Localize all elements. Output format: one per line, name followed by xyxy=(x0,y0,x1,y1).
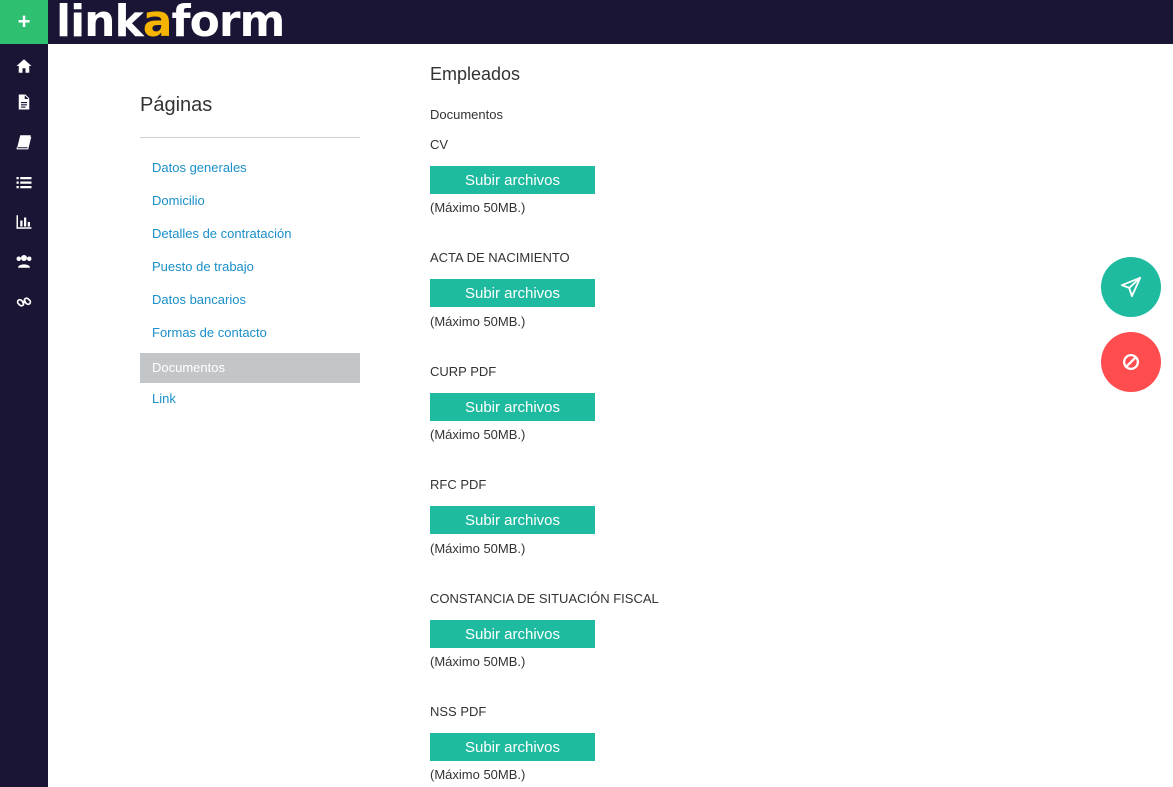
page-link-link[interactable]: Link xyxy=(140,384,360,414)
page-link-detalles-contratacion[interactable]: Detalles de contratación xyxy=(140,219,360,249)
upload-button-acta-nacimiento[interactable]: Subir archivos xyxy=(430,279,595,307)
page-link-datos-bancarios[interactable]: Datos bancarios xyxy=(140,285,360,315)
page-link-domicilio[interactable]: Domicilio xyxy=(140,186,360,216)
field-label-constancia-fiscal: CONSTANCIA DE SITUACIÓN FISCAL xyxy=(430,591,659,606)
pages-title: Páginas xyxy=(140,94,213,116)
cancel-icon xyxy=(1122,353,1140,371)
form-title: Empleados xyxy=(430,64,521,84)
add-button[interactable]: + xyxy=(0,0,48,44)
cancel-button[interactable] xyxy=(1101,332,1161,392)
link-icon[interactable] xyxy=(0,290,48,314)
divider xyxy=(140,137,360,138)
logo: link a form xyxy=(56,0,285,47)
max-size-note: (Máximo 50MB.) xyxy=(430,541,526,556)
max-size-note: (Máximo 50MB.) xyxy=(430,654,526,669)
max-size-note: (Máximo 50MB.) xyxy=(430,427,526,442)
upload-button-rfc[interactable]: Subir archivos xyxy=(430,506,595,534)
bar-chart-icon[interactable] xyxy=(0,210,48,234)
logo-accent: a xyxy=(142,0,173,47)
users-icon[interactable] xyxy=(0,249,48,273)
send-icon xyxy=(1120,276,1142,298)
page-link-documentos[interactable]: Documentos xyxy=(140,353,360,383)
send-button[interactable] xyxy=(1101,257,1161,317)
max-size-note: (Máximo 50MB.) xyxy=(430,314,526,329)
logo-part: form xyxy=(171,0,285,47)
field-label-curp: CURP PDF xyxy=(430,364,497,379)
top-bar: + link a form xyxy=(0,0,1173,44)
upload-button-cv[interactable]: Subir archivos xyxy=(430,166,595,194)
max-size-note: (Máximo 50MB.) xyxy=(430,200,526,215)
field-label-nss: NSS PDF xyxy=(430,704,487,719)
field-label-rfc: RFC PDF xyxy=(430,477,487,492)
book-icon[interactable] xyxy=(0,130,48,154)
upload-button-constancia-fiscal[interactable]: Subir archivos xyxy=(430,620,595,648)
upload-button-curp[interactable]: Subir archivos xyxy=(430,393,595,421)
page-link-datos-generales[interactable]: Datos generales xyxy=(140,153,360,183)
section-title: Documentos xyxy=(430,107,503,122)
logo-part: link xyxy=(56,0,144,47)
field-label-acta-nacimiento: ACTA DE NACIMIENTO xyxy=(430,250,570,265)
home-icon[interactable] xyxy=(0,54,48,78)
field-label-cv: CV xyxy=(430,137,449,152)
upload-button-nss[interactable]: Subir archivos xyxy=(430,733,595,761)
page-link-formas-contacto[interactable]: Formas de contacto xyxy=(140,318,360,348)
document-icon[interactable] xyxy=(0,90,48,114)
page-link-puesto-trabajo[interactable]: Puesto de trabajo xyxy=(140,252,360,282)
max-size-note: (Máximo 50MB.) xyxy=(430,767,526,782)
list-icon[interactable] xyxy=(0,171,48,195)
sidebar-rail xyxy=(0,44,48,787)
